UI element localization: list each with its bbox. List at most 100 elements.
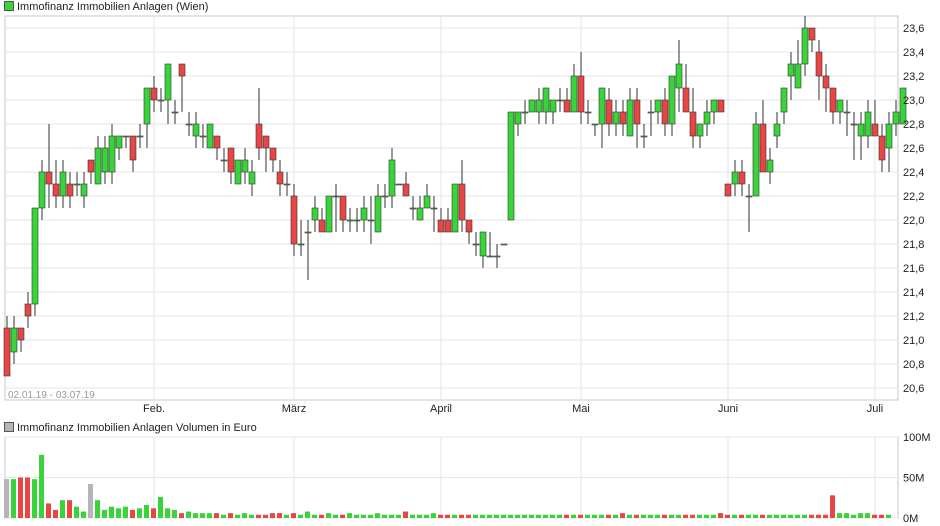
candle-body	[801, 27, 809, 65]
volume-bar	[81, 511, 86, 518]
volume-axis: 0M 50M 100M	[903, 432, 931, 525]
candle-body	[10, 327, 18, 353]
volume-bar	[431, 513, 436, 518]
candle-body	[416, 207, 424, 221]
volume-bar	[39, 454, 44, 518]
candle-body	[353, 219, 361, 222]
candle-body	[73, 183, 81, 186]
candle-body	[556, 99, 564, 102]
volume-bar	[508, 514, 513, 518]
candle-body	[500, 243, 508, 246]
candle-body	[45, 171, 53, 185]
volume-bar	[305, 511, 310, 518]
candle-body	[815, 51, 823, 77]
candle-body	[31, 207, 39, 305]
volume-bar	[753, 514, 758, 518]
candle-body	[3, 327, 11, 377]
volume-bar	[767, 514, 772, 518]
candle-body	[878, 135, 886, 161]
candle-body	[262, 135, 270, 149]
candle-body	[703, 111, 711, 125]
candle-body	[339, 195, 347, 221]
candle-body	[24, 303, 32, 317]
volume-bar	[711, 514, 716, 518]
volume-bar	[746, 514, 751, 518]
candle-body	[248, 171, 256, 185]
volume-bar	[256, 514, 261, 518]
price-volume-chart: 20,6 20,8 21,0 21,2 21,4 21,6 21,8 22,0 22,2 22,4…	[3, 15, 931, 525]
volume-bar	[823, 514, 828, 518]
candle-body	[598, 87, 606, 125]
volume-bar	[802, 514, 807, 518]
volume-bar	[354, 514, 359, 518]
volume-bar	[844, 513, 849, 518]
candle-body	[465, 219, 473, 233]
volume-bar	[235, 514, 240, 518]
candle-body	[668, 75, 676, 125]
candle-body	[115, 135, 123, 149]
volume-bar	[809, 514, 814, 518]
volume-bar	[32, 479, 37, 518]
volume-bar	[655, 514, 660, 518]
price-tick-label: 23,6	[903, 23, 924, 35]
volume-bar	[466, 514, 471, 518]
volume-bar	[599, 514, 604, 518]
candle-body	[493, 255, 501, 258]
candle-body	[619, 111, 627, 125]
candle-body	[143, 87, 151, 125]
date-tick-label: Juni	[718, 403, 738, 415]
volume-bar	[557, 514, 562, 518]
candle-body	[738, 171, 746, 185]
candle-body	[122, 135, 130, 138]
volume-bar	[186, 511, 191, 518]
volume-bar	[333, 514, 338, 518]
volume-bar	[284, 514, 289, 518]
candle-body	[185, 123, 193, 126]
volume-bar	[515, 514, 520, 518]
volume-bar	[326, 513, 331, 518]
candle-body	[402, 183, 410, 197]
candle-body	[885, 123, 893, 149]
candle-body	[255, 123, 263, 149]
volume-bar	[760, 514, 765, 518]
candle-body	[640, 135, 648, 138]
candle-body	[654, 99, 662, 113]
candle-body	[577, 75, 585, 113]
volume-bar	[179, 513, 184, 518]
date-tick-label: März	[282, 403, 306, 415]
date-axis: Feb. März April Mai Juni Juli	[143, 403, 883, 415]
volume-bar	[53, 509, 58, 518]
candle-body	[570, 75, 578, 113]
candle-body	[836, 99, 844, 113]
price-tick-label: 21,6	[903, 263, 924, 275]
volume-bar	[683, 514, 688, 518]
volume-bar	[151, 508, 156, 518]
candle-body	[227, 147, 235, 173]
price-tick-label: 23,2	[903, 71, 924, 83]
volume-bar	[109, 506, 114, 518]
candle-body	[283, 183, 291, 186]
volume-bar	[592, 514, 597, 518]
volume-bar	[676, 514, 681, 518]
volume-bar	[214, 513, 219, 518]
candle-body	[822, 75, 830, 89]
price-tick-label: 21,8	[903, 239, 924, 251]
volume-bar	[277, 513, 282, 518]
volume-bar	[263, 514, 268, 518]
candle-body	[332, 195, 340, 198]
volume-bar	[158, 496, 163, 518]
volume-bar	[725, 514, 730, 518]
volume-bar	[74, 506, 79, 518]
candle-body	[864, 111, 872, 137]
volume-bar	[270, 513, 275, 518]
date-tick-label: Juli	[867, 403, 884, 415]
candle-body	[360, 207, 368, 221]
candle-body	[276, 171, 284, 185]
candle-body	[759, 123, 767, 173]
volume-bar	[375, 513, 380, 518]
volume-bar	[340, 514, 345, 518]
volume-bar	[774, 514, 779, 518]
candle-body	[381, 195, 389, 198]
price-axis: 20,6 20,8 21,0 21,2 21,4 21,6 21,8 22,0 22,2 22,4…	[903, 23, 924, 395]
volume-bar	[585, 514, 590, 518]
